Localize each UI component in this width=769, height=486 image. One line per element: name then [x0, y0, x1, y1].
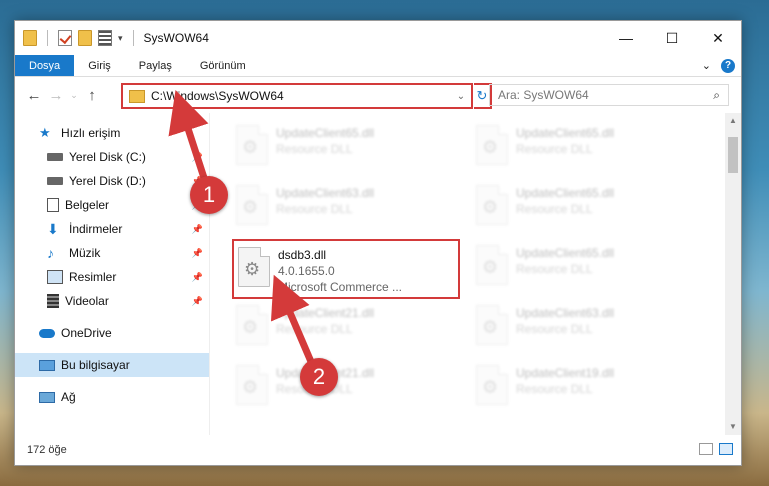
step-badge-1: 1: [190, 176, 228, 214]
arrow-2: [270, 274, 316, 366]
annotation-arrows: [168, 90, 316, 366]
step-badge-2: 2: [300, 358, 338, 396]
arrow-1: [168, 90, 210, 186]
